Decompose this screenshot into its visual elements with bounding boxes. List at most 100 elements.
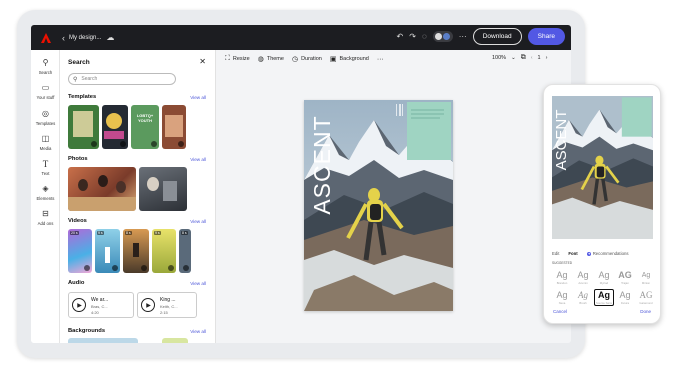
font-glyph: Ag <box>598 290 610 300</box>
addons-icon: ⊟ <box>42 209 49 218</box>
video-duration: 8 s <box>181 231 188 235</box>
design-canvas[interactable]: ASCENT <box>304 100 453 311</box>
rail-item-media[interactable]: ◫ Media <box>31 134 60 151</box>
background-button[interactable]: ▣ Background <box>330 55 369 63</box>
rail-item-your-stuff[interactable]: ▭ Your stuff <box>31 83 60 100</box>
font-option[interactable]: Ag Brush <box>573 290 593 305</box>
audio-item[interactable]: ▶ We ar... Bras, C... 4:20 <box>68 292 134 318</box>
font-option[interactable]: Ag Brandon <box>552 270 572 285</box>
video-duration: 20 s <box>70 231 79 235</box>
font-option[interactable]: AG Trajan <box>615 270 635 285</box>
search-input[interactable]: ⚲ Search <box>68 73 176 85</box>
video-thumb[interactable]: 9 s <box>152 229 176 273</box>
tab-edit[interactable]: Edit <box>552 251 559 256</box>
rail-item-elements[interactable]: ◈ Elements <box>31 184 60 201</box>
play-icon <box>120 141 126 147</box>
done-button[interactable]: Done <box>640 309 651 314</box>
photos-view-all-link[interactable]: View all <box>190 157 206 162</box>
redo-icon[interactable]: ↷ <box>409 32 416 41</box>
video-thumb[interactable]: 8 s <box>179 229 191 273</box>
rail-item-search[interactable]: ⚲ Search <box>31 58 60 75</box>
play-icon <box>112 265 118 271</box>
play-icon <box>91 141 97 147</box>
font-name: Myriad <box>599 281 609 285</box>
back-icon[interactable]: ‹ <box>62 33 65 43</box>
audio-view-all-link[interactable]: View all <box>190 281 206 286</box>
close-icon[interactable]: ✕ <box>199 57 206 66</box>
font-name: Minion <box>641 281 651 285</box>
tab-recommendations[interactable]: ✦ Recommendations <box>586 251 629 256</box>
lightbulb-icon[interactable]: ◌ <box>422 32 427 41</box>
rail-label: Text <box>41 171 50 176</box>
font-name: Garamond <box>639 301 653 305</box>
audio-duration: 2:15 <box>160 310 168 315</box>
templates-view-all-link[interactable]: View all <box>190 95 206 100</box>
more-icon: ··· <box>376 55 384 63</box>
tool-label: Resize <box>232 56 250 62</box>
resize-icon: ⛶ <box>225 55 230 62</box>
duration-button[interactable]: ◷ Duration <box>292 55 322 63</box>
font-option-selected[interactable]: Ag Source Sans <box>594 289 614 306</box>
backgrounds-title: Backgrounds <box>68 328 106 334</box>
audio-title: King ... <box>160 297 176 303</box>
backgrounds-view-all-link[interactable]: View all <box>190 329 206 334</box>
font-option[interactable]: Ag Acumin <box>573 270 593 285</box>
template-text: LGBTQ+ YOUTH <box>136 113 154 123</box>
play-icon[interactable]: ▶ <box>72 298 86 312</box>
play-icon[interactable]: ▶ <box>141 298 155 312</box>
background-icon: ▣ <box>329 56 337 63</box>
document-title[interactable]: My design... <box>69 35 101 41</box>
next-page-icon[interactable]: › <box>546 55 548 61</box>
background-thumb[interactable] <box>68 338 138 343</box>
more-tools-button[interactable]: ··· <box>377 56 384 63</box>
font-option[interactable]: Ag Nexa <box>552 290 572 305</box>
play-icon <box>183 265 189 271</box>
font-option[interactable]: Ag Myriad <box>594 270 614 285</box>
font-option[interactable]: AG Garamond <box>636 290 656 305</box>
collaborators-avatars[interactable] <box>432 31 453 42</box>
chevron-down-icon[interactable]: ⌄ <box>511 55 516 61</box>
app-logo-icon[interactable] <box>40 32 52 44</box>
download-button[interactable]: Download <box>472 28 522 45</box>
rail-item-templates[interactable]: ◎ Templates <box>31 109 60 126</box>
template-thumb[interactable] <box>68 105 99 149</box>
audio-item[interactable]: ▶ King ... Keith, C... 2:15 <box>137 292 197 318</box>
font-option[interactable]: Ag Minion <box>636 270 656 285</box>
background-thumb[interactable] <box>162 338 188 343</box>
video-thumb[interactable]: 8 s <box>123 229 149 273</box>
font-name: Brandon <box>556 281 568 285</box>
undo-icon[interactable]: ↶ <box>397 32 404 41</box>
prev-page-icon[interactable]: ‹ <box>531 55 533 61</box>
videos-view-all-link[interactable]: View all <box>190 219 206 224</box>
theme-button[interactable]: ◍ Theme <box>258 55 284 63</box>
audio-duration: 4:20 <box>91 310 99 315</box>
template-thumb[interactable] <box>162 105 186 149</box>
tab-font[interactable]: Font <box>568 251 577 256</box>
share-button[interactable]: Share <box>527 28 565 45</box>
left-rail: ⚲ Search ▭ Your stuff ◎ Templates ◫ Medi… <box>31 50 60 343</box>
font-glyph: AG <box>639 290 653 300</box>
audio-title: Audio <box>68 280 85 286</box>
poster-heading[interactable]: ASCENT <box>309 115 335 215</box>
template-thumb[interactable]: LGBTQ+ YOUTH <box>131 105 159 149</box>
font-option[interactable]: Ag Futura <box>615 290 635 305</box>
phone-design-preview[interactable]: ASCENT <box>552 96 653 239</box>
search-panel: Search ✕ ⚲ Search Templates View all LGB… <box>60 50 216 343</box>
text-icon: T <box>42 159 49 169</box>
rail-item-add-ons[interactable]: ⊟ Add ons <box>31 209 60 226</box>
zoom-level[interactable]: 100% <box>492 55 506 61</box>
template-thumb[interactable] <box>102 105 128 149</box>
pages-icon[interactable]: ⧉ <box>521 54 526 62</box>
folder-icon: ▭ <box>41 83 50 92</box>
video-thumb[interactable]: 20 s <box>68 229 92 273</box>
more-icon[interactable]: ··· <box>459 32 467 41</box>
media-icon: ◫ <box>41 134 50 143</box>
video-thumb[interactable]: 9 s <box>95 229 120 273</box>
rail-label: Your stuff <box>36 95 55 100</box>
rail-item-text[interactable]: T Text <box>31 159 60 176</box>
photo-thumb[interactable] <box>139 167 187 211</box>
resize-button[interactable]: ⛶ Resize <box>225 55 250 63</box>
audio-artist: Bras, C... <box>91 304 108 309</box>
cancel-button[interactable]: Cancel <box>553 309 567 314</box>
photo-thumb[interactable] <box>68 167 136 211</box>
